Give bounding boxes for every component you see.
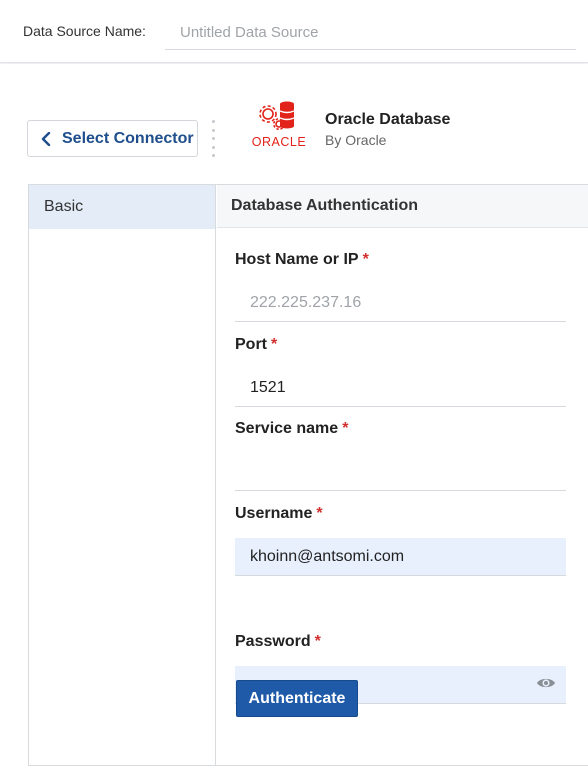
oracle-database-logo: ORACLE: [252, 101, 306, 149]
required-marker: *: [316, 505, 323, 522]
port-input[interactable]: [235, 369, 566, 407]
port-label: Port: [235, 336, 267, 353]
username-input[interactable]: [235, 538, 566, 576]
section-title: Database Authentication: [217, 185, 588, 228]
sidebar-item-basic[interactable]: Basic: [29, 185, 215, 229]
select-connector-label: Select Connector: [62, 129, 194, 147]
top-bar: Data Source Name:: [0, 0, 588, 63]
required-marker: *: [314, 633, 321, 650]
required-marker: *: [342, 420, 349, 437]
vertical-divider: [211, 120, 215, 157]
host-field: Host Name or IP *: [235, 251, 566, 322]
host-input[interactable]: [235, 284, 566, 322]
authenticate-button[interactable]: Authenticate: [236, 680, 358, 717]
data-source-name-input[interactable]: [165, 16, 576, 50]
main-area: Select Connector ORACLE Oracle Database …: [0, 64, 588, 770]
required-marker: *: [271, 336, 278, 353]
service-name-field: Service name *: [235, 420, 566, 491]
config-content: Database Authentication Host Name or IP *…: [217, 185, 588, 765]
service-name-input[interactable]: [235, 453, 566, 491]
connector-config-panel: Basic Database Authentication Host Name …: [28, 184, 588, 766]
connector-name: Oracle Database: [325, 111, 451, 128]
config-sidebar: Basic: [29, 185, 216, 765]
port-field: Port *: [235, 336, 566, 407]
data-source-name-label: Data Source Name:: [23, 23, 146, 39]
username-field: Username *: [235, 505, 566, 576]
service-name-label: Service name: [235, 420, 339, 437]
required-marker: *: [362, 251, 369, 268]
username-label: Username: [235, 505, 313, 522]
host-label: Host Name or IP: [235, 251, 359, 268]
select-connector-button[interactable]: Select Connector: [27, 120, 198, 157]
connector-vendor: By Oracle: [325, 132, 387, 148]
oracle-wordmark: ORACLE: [252, 135, 306, 149]
show-password-eye-icon[interactable]: [536, 676, 556, 690]
chevron-left-icon: [41, 131, 51, 146]
password-label: Password: [235, 633, 311, 650]
